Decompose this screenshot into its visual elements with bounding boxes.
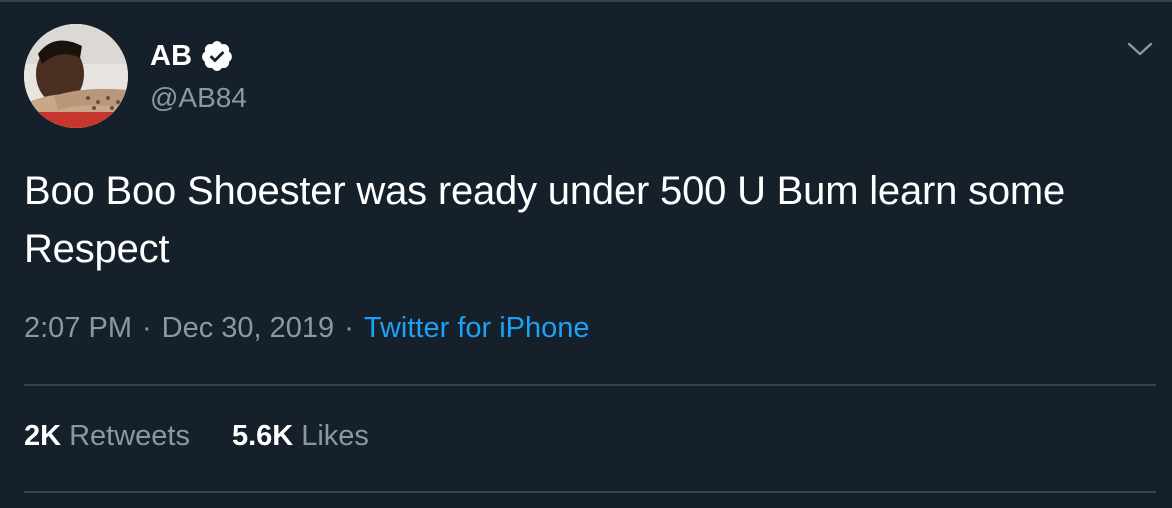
meta-separator: · xyxy=(344,312,354,344)
tweet-source-link[interactable]: Twitter for iPhone xyxy=(364,312,590,345)
avatar[interactable] xyxy=(24,24,128,128)
tweet-meta: 2:07 PM · Dec 30, 2019 · Twitter for iPh… xyxy=(24,312,590,345)
retweets-label: Retweets xyxy=(69,420,190,452)
meta-separator: · xyxy=(142,312,152,344)
display-name[interactable]: AB xyxy=(150,40,192,73)
likes-label: Likes xyxy=(301,420,369,452)
divider xyxy=(24,384,1156,386)
likes-stat[interactable]: 5.6K Likes xyxy=(232,420,369,453)
likes-count: 5.6K xyxy=(231,420,294,452)
divider xyxy=(24,491,1156,493)
retweets-count: 2K xyxy=(24,420,62,452)
retweets-stat[interactable]: 2K Retweets xyxy=(24,420,190,453)
profile-photo xyxy=(24,24,128,128)
user-handle[interactable]: @AB84 xyxy=(150,82,247,114)
name-row[interactable]: AB xyxy=(150,38,234,74)
tweet-card: AB @AB84 Boo Boo Shoester was ready unde… xyxy=(0,0,1172,508)
tweet-date[interactable]: Dec 30, 2019 xyxy=(162,312,335,345)
verified-badge-icon xyxy=(200,39,234,73)
tweet-time[interactable]: 2:07 PM xyxy=(24,312,132,345)
tweet-stats: 2K Retweets 5.6K Likes xyxy=(24,420,369,453)
tweet-text: Boo Boo Shoester was ready under 500 U B… xyxy=(24,169,1066,271)
top-divider xyxy=(0,0,1172,2)
chevron-down-icon[interactable] xyxy=(1126,38,1154,60)
